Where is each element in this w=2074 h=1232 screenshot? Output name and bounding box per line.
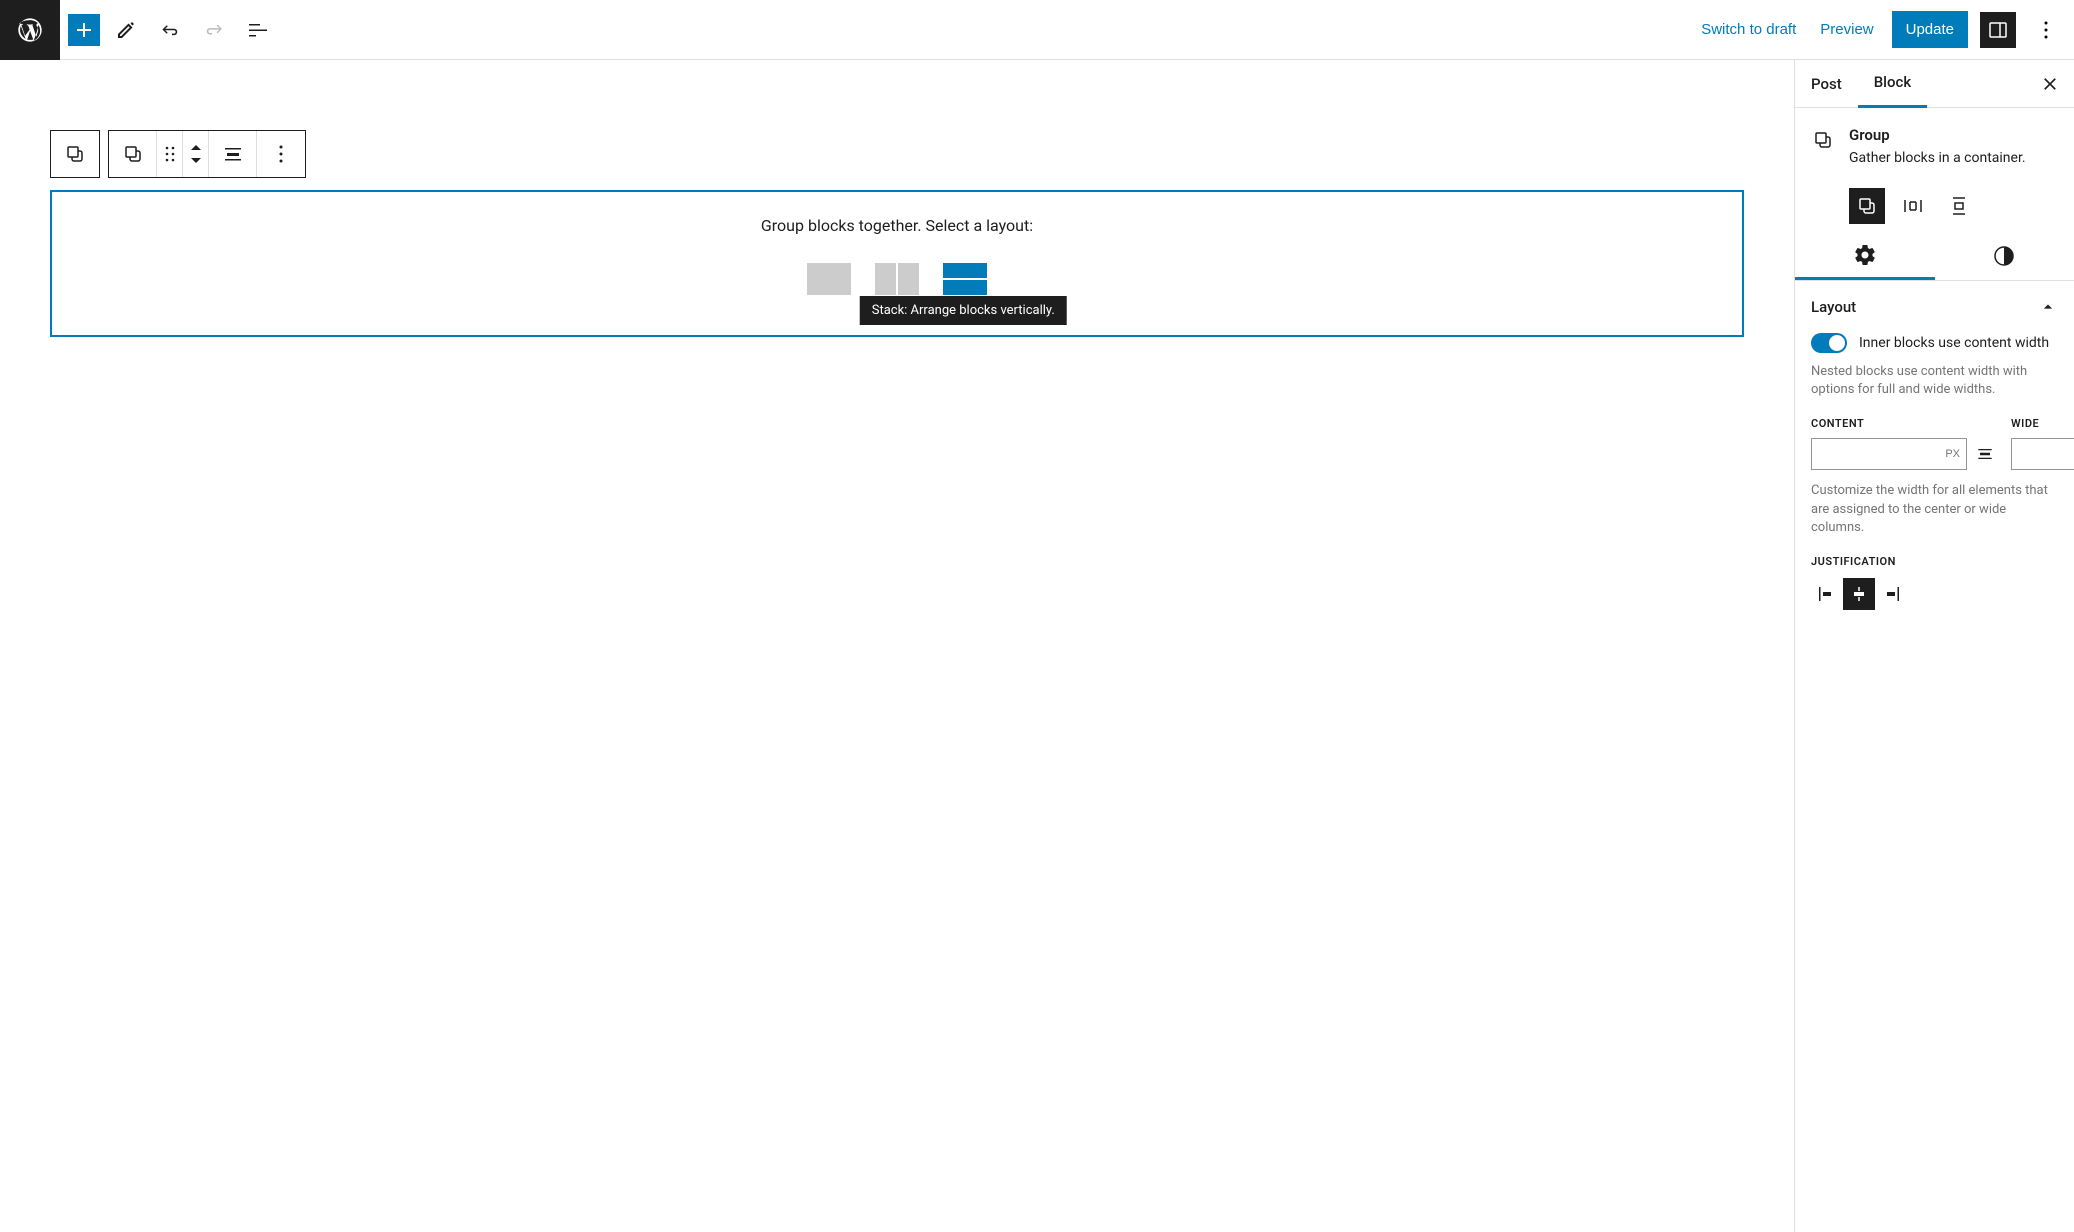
content-width-toggle-row: Inner blocks use content width [1811,333,2058,353]
tab-post[interactable]: Post [1795,61,1858,107]
content-width-toggle[interactable] [1811,333,1847,353]
redo-button[interactable] [196,12,232,48]
block-options-button[interactable] [257,131,305,177]
block-header: Group Gather blocks in a container. [1795,108,2074,176]
content-width-toggle-label: Inner blocks use content width [1859,335,2049,351]
toolbar-right: Switch to draft Preview Update [1695,11,2074,48]
layout-panel: Layout Inner blocks use content width Ne… [1795,281,2074,626]
styles-tab[interactable] [1935,232,2074,280]
inspector-tabs [1795,232,2074,281]
block-description: Gather blocks in a container. [1849,150,2026,166]
block-title: Group [1849,126,2026,144]
group-block-placeholder[interactable]: Group blocks together. Select a layout: … [50,190,1744,337]
variation-row[interactable] [1895,188,1931,224]
gear-icon [1853,243,1877,267]
variation-group[interactable] [1849,188,1885,224]
align-button[interactable] [209,131,257,177]
block-toolbar-parent-group [50,130,100,178]
content-width-label: CONTENT [1811,417,1995,430]
justification-buttons [1811,578,2058,610]
group-placeholder-text: Group blocks together. Select a layout: [68,216,1726,235]
preview-button[interactable]: Preview [1814,13,1879,46]
block-variations [1795,176,2074,232]
block-toolbar [50,130,1744,178]
justify-right-button[interactable] [1875,578,1907,610]
tab-block[interactable]: Block [1858,60,1927,108]
width-help: Customize the width for all elements tha… [1811,482,2058,537]
width-controls: CONTENT WIDE [1811,417,2058,470]
wide-width-label: WIDE [2011,417,2074,430]
wide-width-input[interactable] [2011,438,2074,470]
content-width-help: Nested blocks use content width with opt… [1811,363,2058,399]
editor-main: Group blocks together. Select a layout: … [0,60,2074,1232]
justify-left-button[interactable] [1811,578,1843,610]
move-buttons[interactable] [183,131,209,177]
block-toolbar-main-group [108,130,306,178]
settings-tab[interactable] [1795,232,1935,280]
chevron-up-icon [2038,297,2058,317]
undo-button[interactable] [152,12,188,48]
justification-label: JUSTIFICATION [1811,555,2058,568]
chevron-down-icon [189,155,203,165]
chevron-up-icon [189,143,203,153]
close-sidebar-button[interactable] [2026,74,2074,94]
settings-sidebar-toggle[interactable] [1980,12,2016,48]
content-width-input[interactable] [1811,438,1967,470]
options-button[interactable] [2028,12,2064,48]
document-overview-button[interactable] [240,12,276,48]
layout-stack-option[interactable] [943,263,987,295]
toolbar-left [60,12,276,48]
tooltip: Stack: Arrange blocks vertically. [860,296,1067,325]
add-block-button[interactable] [68,14,100,46]
layout-group-option[interactable] [807,263,851,295]
switch-to-draft-button[interactable]: Switch to draft [1695,13,1802,46]
block-type-button[interactable] [109,131,157,177]
sidebar-tabs: Post Block [1795,60,2074,108]
close-icon [2040,74,2060,94]
settings-sidebar: Post Block Group Gather blocks in a cont… [1794,60,2074,1232]
layout-panel-header[interactable]: Layout [1811,297,2058,317]
editor-top-bar: Switch to draft Preview Update [0,0,2074,60]
layout-options [68,263,1726,295]
justify-center-button[interactable] [1843,578,1875,610]
layout-panel-title: Layout [1811,298,1856,316]
content-align-icon [1975,444,1995,464]
tools-button[interactable] [108,12,144,48]
group-icon [1811,126,1835,166]
update-button[interactable]: Update [1892,11,1968,48]
editor-canvas: Group blocks together. Select a layout: … [0,60,1794,1232]
select-parent-button[interactable] [51,131,99,177]
drag-handle[interactable] [157,131,183,177]
wordpress-logo[interactable] [0,0,60,60]
variation-stack[interactable] [1941,188,1977,224]
layout-row-option[interactable] [875,263,919,295]
styles-icon [1992,244,2016,268]
